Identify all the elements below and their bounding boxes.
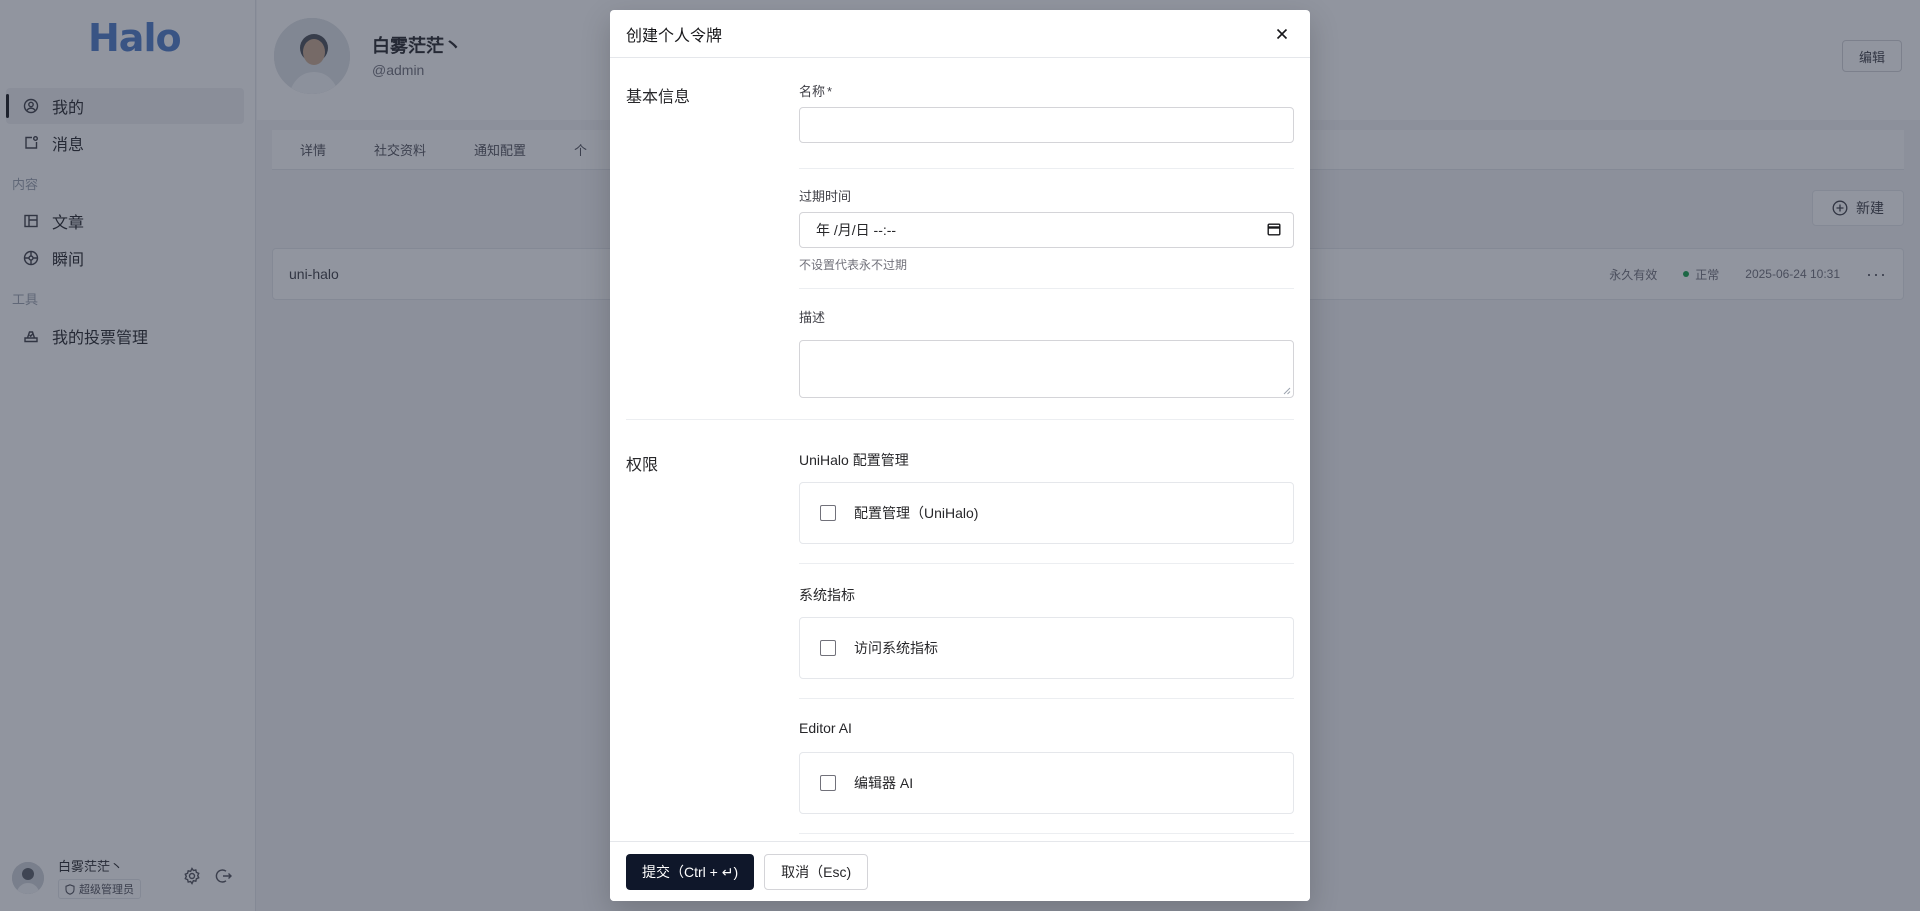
expire-placeholder: 年 /月/日 --:-- [816,222,897,238]
expire-label: 过期时间 [799,189,852,204]
perm-option-unihalo[interactable]: 配置管理（UniHalo) [799,482,1294,544]
section-basic-info: 基本信息 [626,89,691,106]
close-icon[interactable] [1270,22,1294,46]
name-label-text: 名称 [799,84,826,99]
resize-grip-icon[interactable] [1283,387,1291,395]
divider [799,698,1294,699]
section-permissions: 权限 [626,457,659,474]
perm-group-editor-ai: Editor AI [799,720,852,736]
perm-group-metrics: 系统指标 [799,587,855,603]
checkbox-editor-ai[interactable] [820,775,836,791]
description-textarea[interactable] [799,340,1294,398]
expire-help-text: 不设置代表永不过期 [799,258,908,272]
perm-group-unihalo: UniHalo 配置管理 [799,452,909,468]
description-label: 描述 [799,310,826,325]
divider [799,168,1294,169]
create-token-modal: 创建个人令牌 基本信息 名称 * 过期时间 年 /月/日 --:-- 不设置代表永… [610,10,1310,901]
divider [799,833,1294,834]
calendar-icon[interactable] [1267,222,1281,239]
divider [799,563,1294,564]
modal-header: 创建个人令牌 [610,10,1310,58]
checkbox-system-metrics[interactable] [820,640,836,656]
divider [799,288,1294,289]
submit-button[interactable]: 提交（Ctrl + ↵) [626,853,755,890]
modal-title: 创建个人令牌 [626,27,723,45]
perm-option-metrics[interactable]: 访问系统指标 [799,617,1294,679]
modal-footer: 提交（Ctrl + ↵) 取消（Esc) [610,841,1310,901]
checkbox-label: 编辑器 AI [854,775,914,791]
perm-option-editor-ai[interactable]: 编辑器 AI [799,752,1294,814]
required-mark: * [827,84,833,99]
name-label: 名称 * [799,81,832,100]
cancel-button[interactable]: 取消（Esc) [764,853,869,890]
checkbox-unihalo-config[interactable] [820,505,836,521]
checkbox-label: 配置管理（UniHalo) [854,505,979,521]
section-divider [626,419,1294,420]
name-input[interactable] [799,107,1294,143]
checkbox-label: 访问系统指标 [854,640,938,656]
modal-body: 基本信息 名称 * 过期时间 年 /月/日 --:-- 不设置代表永不过期 描述 … [610,58,1310,850]
expire-datetime-input[interactable]: 年 /月/日 --:-- [799,212,1294,248]
